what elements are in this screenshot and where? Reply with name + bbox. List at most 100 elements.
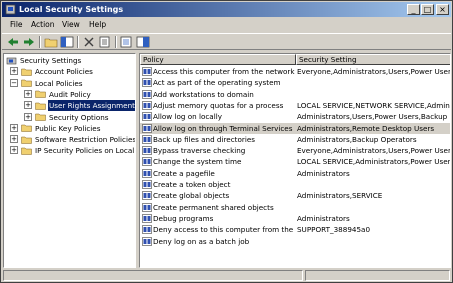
tree-item-label: Public Key Policies: [35, 123, 101, 133]
policy-icon: [142, 112, 152, 121]
list-item[interactable]: Debug programs Administrators: [140, 213, 450, 224]
policy-name: Act as part of the operating system: [153, 78, 281, 88]
menu-bar: File Action View Help: [2, 18, 451, 32]
list-item[interactable]: Back up files and directories Administrat…: [140, 134, 450, 145]
column-header-policy[interactable]: Policy: [140, 54, 296, 65]
tree-item-label: IP Security Policies on Local Co: [35, 146, 136, 156]
menu-file[interactable]: File: [10, 20, 23, 30]
help-icon[interactable]: [136, 36, 150, 48]
policy-name: Create global objects: [153, 191, 230, 201]
policy-icon: [142, 146, 152, 155]
app-window: Local Security Settings _ □ × File Actio…: [0, 0, 453, 283]
tree-item[interactable]: + Audit Policy: [4, 89, 135, 100]
list-item[interactable]: Create global objects Administrators,SERV…: [140, 190, 450, 201]
folder-icon: [21, 68, 32, 76]
expand-icon[interactable]: +: [10, 123, 18, 132]
list-item[interactable]: Adjust memory quotas for a process LOCAL …: [140, 100, 450, 111]
tree-item[interactable]: + Public Key Policies: [4, 123, 135, 134]
list-item[interactable]: Access this computer from the network Eve…: [140, 66, 451, 77]
status-cell-secondary: [305, 270, 450, 281]
policy-name: Debug programs: [153, 213, 214, 223]
menu-view[interactable]: View: [62, 20, 80, 30]
toolbar-separator: [39, 36, 41, 48]
menu-action[interactable]: Action: [31, 20, 55, 30]
tree-item-label: Software Restriction Policies: [35, 135, 136, 145]
security-setting-value: SUPPORT_388945a0: [297, 225, 371, 235]
status-cell-main: [3, 270, 303, 281]
policy-icon: [142, 214, 152, 223]
export-list-icon[interactable]: [120, 36, 134, 48]
policy-icon: [142, 123, 152, 133]
policy-icon: [142, 101, 152, 110]
security-setting-value: Administrators,Users,Power Users,Backup: [297, 112, 448, 122]
list-item[interactable]: Create a pagefile Administrators: [140, 168, 450, 179]
tree-item[interactable]: + Account Policies: [4, 66, 135, 77]
minimize-button[interactable]: _: [407, 4, 420, 15]
expand-icon[interactable]: +: [10, 67, 18, 76]
toolbar-separator: [115, 36, 117, 48]
expand-icon[interactable]: +: [24, 89, 32, 98]
delete-icon[interactable]: [82, 36, 96, 48]
policy-name: Deny log on as a batch job: [153, 236, 250, 246]
tree-item[interactable]: Security Settings: [4, 55, 135, 66]
policy-name: Access this computer from the network: [153, 67, 295, 76]
back-arrow-icon[interactable]: [6, 36, 20, 48]
list-item[interactable]: Change the system time LOCAL SERVICE,Admi…: [140, 156, 451, 167]
window-title: Local Security Settings: [19, 5, 124, 14]
list-item[interactable]: Add workstations to domain: [140, 89, 450, 100]
security-setting-value: Administrators,Backup Operators: [297, 134, 417, 144]
folder-icon: [21, 125, 32, 133]
collapse-icon[interactable]: −: [10, 78, 18, 87]
list-item[interactable]: Allow log on through Terminal Services Ad…: [140, 122, 450, 134]
folder-icon: [35, 91, 46, 99]
tree-pane[interactable]: Security Settings + Account Policies − Local…: [3, 53, 136, 268]
security-setting-value: Everyone,Administrators,Users,Power User…: [297, 146, 451, 156]
policy-name: Create a pagefile: [153, 168, 215, 178]
close-button[interactable]: ×: [436, 4, 449, 15]
tree-item-label: Local Policies: [35, 78, 83, 88]
security-settings-icon: [5, 4, 16, 15]
list-item[interactable]: Allow log on locally Administrators,Users…: [140, 111, 450, 122]
up-folder-icon[interactable]: [44, 36, 58, 48]
tree-item[interactable]: + User Rights Assignment: [4, 100, 135, 112]
tree-item-label: Security Options: [49, 112, 109, 122]
maximize-button[interactable]: □: [421, 4, 434, 15]
policy-name: Bypass traverse checking: [153, 146, 246, 156]
folder-icon: [21, 136, 32, 144]
folder-icon: [21, 79, 32, 87]
expand-icon[interactable]: +: [24, 112, 32, 121]
tree-item-label: Security Settings: [20, 56, 82, 65]
security-setting-value: Everyone,Administrators,Users,Power User…: [297, 67, 451, 76]
policy-name: Back up files and directories: [153, 134, 255, 144]
tree-item-label: Audit Policy: [49, 89, 91, 99]
list-item[interactable]: Create permanent shared objects: [140, 202, 450, 213]
properties-icon[interactable]: [98, 36, 112, 48]
policy-icon: [142, 67, 152, 76]
policy-list-pane[interactable]: Policy Security Setting Access this comp…: [139, 53, 451, 268]
expand-icon[interactable]: +: [10, 135, 18, 144]
list-item[interactable]: Deny access to this computer from the ..…: [140, 224, 450, 235]
policy-name: Add workstations to domain: [153, 89, 254, 99]
policy-icon: [142, 168, 152, 178]
toolbar-separator: [77, 36, 79, 48]
security-setting-value: LOCAL SERVICE,Administrators,Power Users: [297, 157, 451, 167]
show-hide-tree-icon[interactable]: [60, 36, 74, 48]
column-header-security-setting[interactable]: Security Setting: [296, 54, 450, 65]
tree-item[interactable]: + Security Options: [4, 112, 135, 123]
list-item[interactable]: Act as part of the operating system: [140, 77, 450, 88]
policy-icon: [142, 236, 152, 246]
list-item[interactable]: Deny log on as a batch job: [140, 236, 450, 247]
expand-icon[interactable]: +: [24, 101, 32, 110]
tree-item[interactable]: + Software Restriction Policies: [4, 134, 135, 145]
title-bar[interactable]: Local Security Settings _ □ ×: [2, 2, 451, 17]
expand-icon[interactable]: +: [10, 146, 18, 155]
menu-help[interactable]: Help: [89, 20, 106, 30]
tree-item[interactable]: + IP Security Policies on Local Co: [4, 145, 135, 156]
policy-name: Create a token object: [153, 180, 231, 189]
policy-icon: [142, 89, 152, 99]
list-item[interactable]: Create a token object: [140, 179, 450, 190]
security-setting-value: Administrators: [297, 213, 350, 223]
forward-arrow-icon[interactable]: [22, 36, 36, 48]
tree-item[interactable]: − Local Policies: [4, 78, 135, 89]
list-item[interactable]: Bypass traverse checking Everyone,Adminis…: [140, 145, 451, 156]
